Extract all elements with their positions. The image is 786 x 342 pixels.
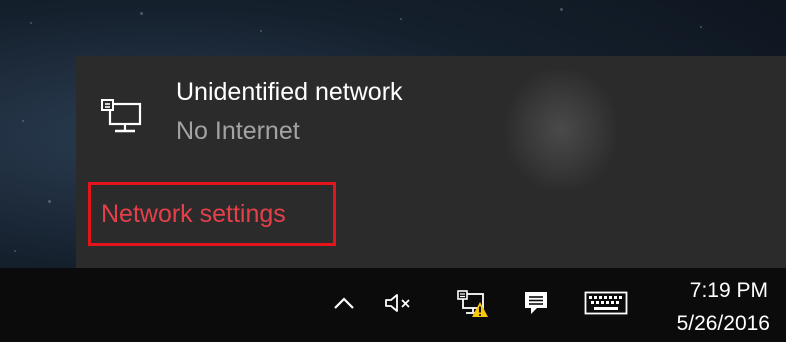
wallpaper-star <box>14 250 16 252</box>
network-warning-icon <box>455 288 489 323</box>
wallpaper-star <box>400 18 402 20</box>
wallpaper-star <box>560 8 563 11</box>
clock-time: 7:19 PM <box>689 279 768 302</box>
network-status: No Internet <box>176 117 300 145</box>
blurred-background-region <box>506 70 616 190</box>
taskbar-clock[interactable]: 7:19 PM 5/26/2016 <box>652 268 786 342</box>
volume-button[interactable] <box>380 268 416 342</box>
clock-date: 5/26/2016 <box>676 312 770 335</box>
desktop: Unidentified network No Internet Network… <box>0 0 786 342</box>
network-settings-highlight: Network settings <box>88 182 336 246</box>
wallpaper-star <box>22 120 24 122</box>
show-hidden-icons-button[interactable] <box>328 268 360 342</box>
network-settings-link[interactable]: Network settings <box>101 200 286 229</box>
wallpaper-star <box>140 12 143 15</box>
network-button[interactable] <box>452 268 492 342</box>
wallpaper-star <box>700 26 702 28</box>
chevron-up-icon <box>333 296 355 315</box>
touch-keyboard-button[interactable] <box>580 268 632 342</box>
volume-muted-icon <box>383 292 413 319</box>
keyboard-icon <box>584 291 628 320</box>
network-flyout: Unidentified network No Internet Network… <box>76 56 786 268</box>
action-center-button[interactable] <box>516 268 556 342</box>
wallpaper-star <box>260 30 262 32</box>
wallpaper-star <box>30 22 32 24</box>
taskbar: 7:19 PM 5/26/2016 <box>0 268 786 342</box>
wired-network-icon <box>98 96 146 140</box>
network-list-item[interactable]: Unidentified network No Internet <box>94 72 474 152</box>
action-center-icon <box>523 290 549 321</box>
wallpaper-star <box>48 200 51 203</box>
network-name: Unidentified network <box>176 78 403 106</box>
